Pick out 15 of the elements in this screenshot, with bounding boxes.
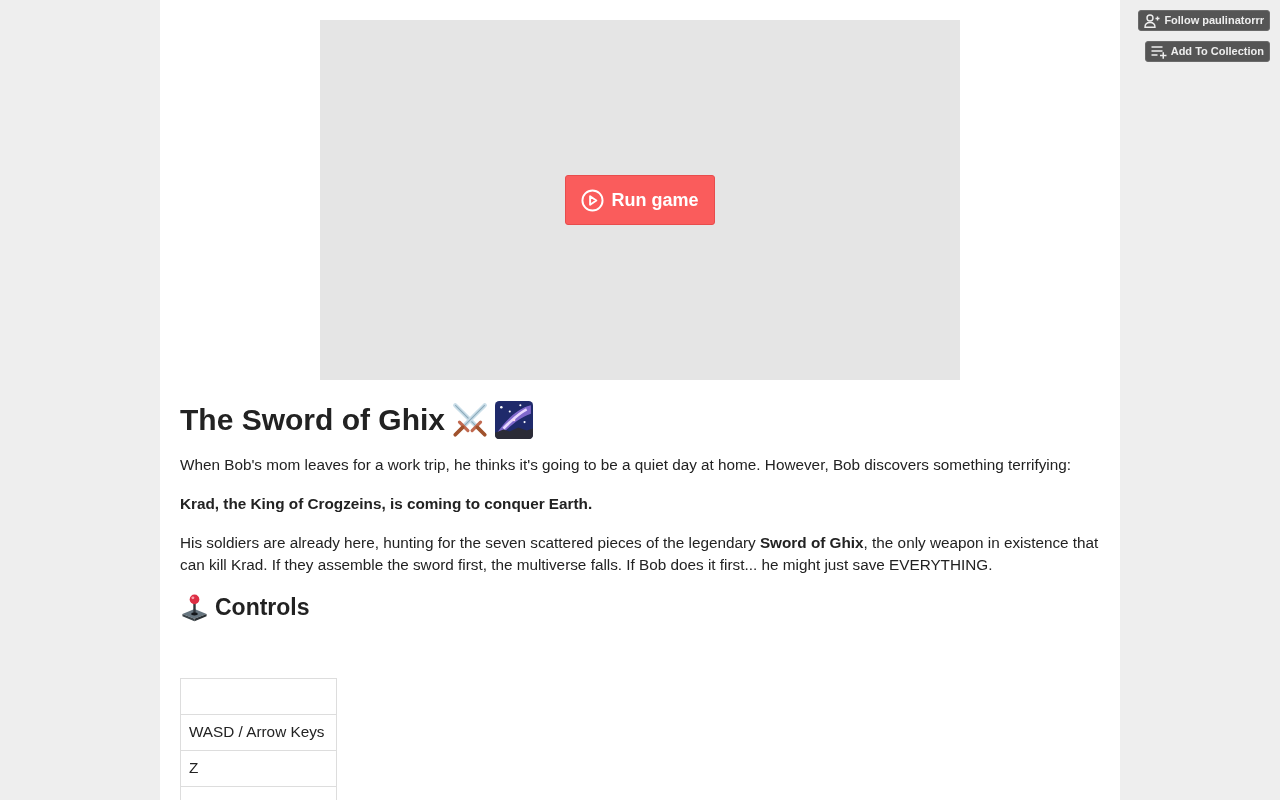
galaxy-night-sky-icon <box>495 401 533 439</box>
add-to-collection-button[interactable]: Add To Collection <box>1144 41 1270 62</box>
table-cell: Z <box>180 750 337 787</box>
section-heading: Controls <box>215 593 310 622</box>
description-paragraph: Krad, the King of Crogzeins, is coming to conquer Earth. <box>180 494 594 514</box>
page-title: The Sword of Ghix <box>180 402 445 438</box>
play-icon <box>581 188 605 212</box>
crossed-swords-icon <box>451 401 489 439</box>
joystick-icon <box>180 593 209 622</box>
description-paragraph: His soldiers are already here, hunting for the seven scattered pieces of the legendary Sword of Ghix, the only weapon in existence that can kill Krad. If they assemble the sword first, the multiverse falls. If Bob does it first... he might just save EVERYTHING. <box>180 533 1100 575</box>
person-plus-icon <box>1144 13 1161 28</box>
list-plus-icon <box>1150 44 1167 59</box>
follow-button[interactable]: Follow paulinatorrr <box>1138 10 1270 31</box>
table-cell: WASD / Arrow Keys <box>180 714 337 751</box>
description-paragraph: When Bob's mom leaves for a work trip, he thinks it's going to be a quiet day at home. However, Bob discovers something terrifying: <box>180 455 1072 475</box>
